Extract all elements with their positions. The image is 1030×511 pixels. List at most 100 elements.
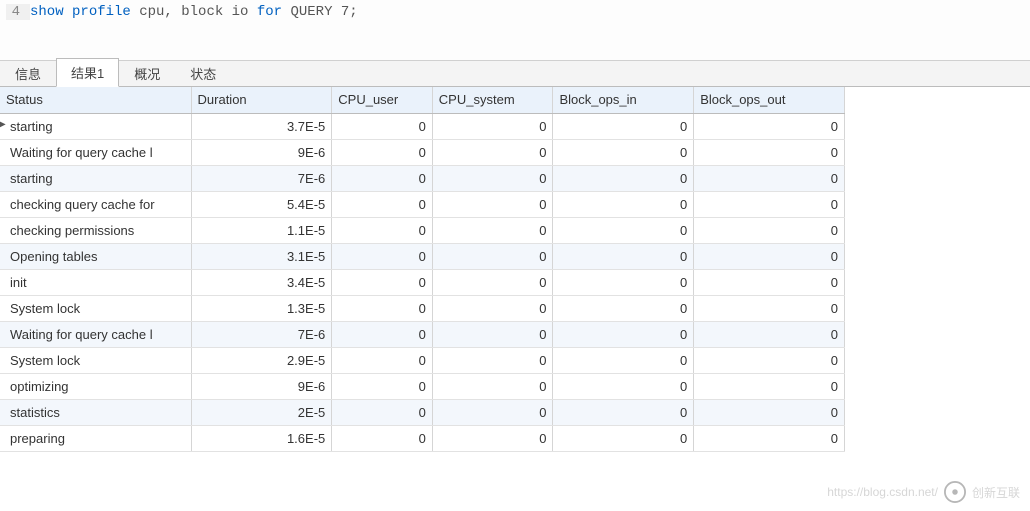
cell-value: 0 (694, 295, 845, 321)
cell-value: 0 (332, 321, 433, 347)
cell-value: 0 (553, 217, 694, 243)
col-Block_ops_in[interactable]: Block_ops_in (553, 87, 694, 113)
table-header-row: StatusDurationCPU_userCPU_systemBlock_op… (0, 87, 845, 113)
cell-status: Waiting for query cache l (0, 139, 191, 165)
cell-value: 0 (432, 373, 553, 399)
cell-value: 0 (553, 373, 694, 399)
table-row[interactable]: optimizing9E-60000 (0, 373, 845, 399)
cell-value: 0 (332, 399, 433, 425)
cell-value: 0 (332, 113, 433, 139)
cell-value: 0 (332, 295, 433, 321)
cell-value: 1.3E-5 (191, 295, 332, 321)
cell-value: 0 (432, 191, 553, 217)
cell-status: preparing (0, 425, 191, 451)
col-CPU_user[interactable]: CPU_user (332, 87, 433, 113)
cell-value: 0 (332, 217, 433, 243)
cell-status: ▶starting (0, 113, 191, 139)
result-tabstrip: 信息结果1概况状态 (0, 61, 1030, 87)
cell-value: 0 (694, 399, 845, 425)
cell-status: init (0, 269, 191, 295)
cell-value: 0 (553, 269, 694, 295)
watermark-url: https://blog.csdn.net/ (827, 485, 938, 499)
cell-value: 0 (332, 165, 433, 191)
cell-value: 0 (432, 165, 553, 191)
table-row[interactable]: starting7E-60000 (0, 165, 845, 191)
cell-value: 0 (332, 191, 433, 217)
cell-value: 0 (432, 217, 553, 243)
cell-value: 0 (332, 347, 433, 373)
table-row[interactable]: checking permissions1.1E-50000 (0, 217, 845, 243)
cell-value: 0 (553, 399, 694, 425)
cell-value: 0 (553, 347, 694, 373)
cell-status: Waiting for query cache l (0, 321, 191, 347)
cell-value: 3.1E-5 (191, 243, 332, 269)
cell-value: 0 (694, 217, 845, 243)
cell-status: statistics (0, 399, 191, 425)
current-row-marker-icon: ▶ (0, 119, 6, 130)
table-row[interactable]: statistics2E-50000 (0, 399, 845, 425)
cell-value: 1.1E-5 (191, 217, 332, 243)
cell-value: 0 (694, 165, 845, 191)
cell-value: 7E-6 (191, 165, 332, 191)
cell-value: 0 (432, 139, 553, 165)
logo-icon (944, 481, 966, 503)
col-Block_ops_out[interactable]: Block_ops_out (694, 87, 845, 113)
cell-value: 0 (332, 425, 433, 451)
cell-value: 0 (332, 269, 433, 295)
cell-value: 0 (694, 113, 845, 139)
table-row[interactable]: System lock1.3E-50000 (0, 295, 845, 321)
cell-value: 5.4E-5 (191, 191, 332, 217)
cell-value: 0 (432, 295, 553, 321)
cell-status: starting (0, 165, 191, 191)
cell-value: 0 (432, 113, 553, 139)
table-row[interactable]: preparing1.6E-50000 (0, 425, 845, 451)
cell-value: 2E-5 (191, 399, 332, 425)
tab-状态[interactable]: 状态 (175, 59, 231, 87)
cell-status: checking permissions (0, 217, 191, 243)
cell-value: 1.6E-5 (191, 425, 332, 451)
table-row[interactable]: Waiting for query cache l9E-60000 (0, 139, 845, 165)
cell-value: 0 (553, 191, 694, 217)
cell-value: 0 (432, 347, 553, 373)
cell-value: 0 (332, 139, 433, 165)
cell-value: 0 (432, 269, 553, 295)
cell-value: 0 (694, 139, 845, 165)
line-number: 4 (6, 4, 30, 20)
cell-value: 3.7E-5 (191, 113, 332, 139)
cell-status: System lock (0, 347, 191, 373)
cell-value: 0 (553, 243, 694, 269)
col-Status[interactable]: Status (0, 87, 191, 113)
result-table: StatusDurationCPU_userCPU_systemBlock_op… (0, 87, 845, 452)
watermark-text: 创新互联 (972, 484, 1020, 501)
cell-value: 0 (694, 243, 845, 269)
sql-editor[interactable]: 4 show profile cpu, block io for QUERY 7… (0, 0, 1030, 61)
cell-value: 0 (432, 399, 553, 425)
cell-value: 2.9E-5 (191, 347, 332, 373)
cell-value: 0 (432, 425, 553, 451)
cell-value: 0 (553, 295, 694, 321)
cell-value: 9E-6 (191, 139, 332, 165)
cell-value: 0 (432, 243, 553, 269)
cell-value: 0 (332, 373, 433, 399)
col-Duration[interactable]: Duration (191, 87, 332, 113)
col-CPU_system[interactable]: CPU_system (432, 87, 553, 113)
cell-status: checking query cache for (0, 191, 191, 217)
tab-信息[interactable]: 信息 (0, 59, 56, 87)
table-row[interactable]: Opening tables3.1E-50000 (0, 243, 845, 269)
cell-status: optimizing (0, 373, 191, 399)
table-row[interactable]: Waiting for query cache l7E-60000 (0, 321, 845, 347)
cell-value: 7E-6 (191, 321, 332, 347)
table-row[interactable]: System lock2.9E-50000 (0, 347, 845, 373)
cell-value: 3.4E-5 (191, 269, 332, 295)
cell-value: 9E-6 (191, 373, 332, 399)
cell-value: 0 (432, 321, 553, 347)
sql-code: show profile cpu, block io for QUERY 7; (30, 4, 358, 20)
cell-value: 0 (694, 347, 845, 373)
tab-概况[interactable]: 概况 (119, 59, 175, 87)
table-row[interactable]: ▶starting3.7E-50000 (0, 113, 845, 139)
cell-value: 0 (553, 321, 694, 347)
tab-结果1[interactable]: 结果1 (56, 58, 119, 87)
table-row[interactable]: checking query cache for5.4E-50000 (0, 191, 845, 217)
table-row[interactable]: init3.4E-50000 (0, 269, 845, 295)
cell-value: 0 (694, 373, 845, 399)
